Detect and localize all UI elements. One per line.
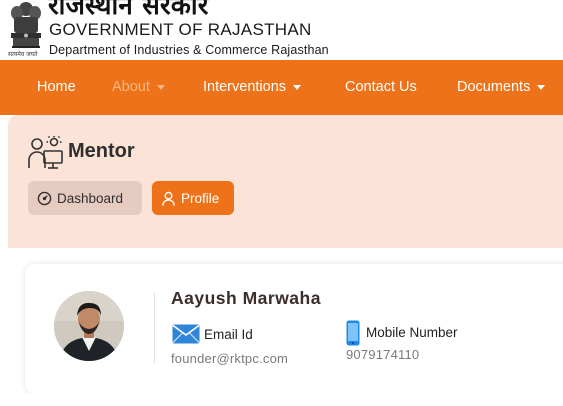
mentor-icon <box>28 136 63 169</box>
mobile-phone-icon <box>346 320 360 346</box>
profile-button-label: Profile <box>181 190 220 206</box>
page-bottom <box>0 394 563 406</box>
profile-divider <box>154 292 155 364</box>
chevron-down-icon <box>156 84 165 90</box>
government-name: GOVERNMENT OF RAJASTHAN <box>49 20 312 39</box>
hindi-title: राजस्थान सरकार <box>48 0 209 21</box>
avatar <box>54 291 124 361</box>
nav-contact-us[interactable]: Contact Us <box>345 60 417 115</box>
nav-contact-label: Contact Us <box>345 79 417 95</box>
nav-home[interactable]: Home <box>37 60 76 115</box>
profile-button[interactable]: Profile <box>152 181 234 215</box>
speedometer-icon <box>37 191 52 205</box>
nav-about[interactable]: About <box>112 60 165 115</box>
nav-interventions-label: Interventions <box>203 79 287 95</box>
email-value: founder@rktpc.com <box>171 351 289 366</box>
mobile-label: Mobile Number <box>366 325 458 340</box>
government-header: राजस्थान सरकार GOVERNMENT OF RAJASTHAN D… <box>0 0 563 60</box>
chevron-down-icon <box>537 84 546 90</box>
main-navbar: Home About Interventions Contact Us Docu… <box>0 60 563 115</box>
dashboard-button[interactable]: Dashboard <box>28 181 142 215</box>
nav-home-label: Home <box>37 79 76 95</box>
emblem-caption: सत्यमेव जयते <box>8 51 38 58</box>
page-title: Mentor <box>68 140 135 162</box>
user-name: Aayush Marwaha <box>171 288 321 308</box>
nav-about-label: About <box>112 79 150 95</box>
dashboard-button-label: Dashboard <box>57 190 124 206</box>
user-icon <box>162 191 175 206</box>
department-name: Department of Industries & Commerce Raja… <box>49 43 329 57</box>
email-label: Email Id <box>204 327 253 342</box>
envelope-icon <box>172 324 200 344</box>
nav-documents-label: Documents <box>457 79 531 95</box>
mobile-value: 9079174110 <box>346 347 420 362</box>
nav-interventions[interactable]: Interventions <box>203 60 302 115</box>
chevron-down-icon <box>293 84 302 90</box>
nav-documents[interactable]: Documents <box>457 60 546 115</box>
